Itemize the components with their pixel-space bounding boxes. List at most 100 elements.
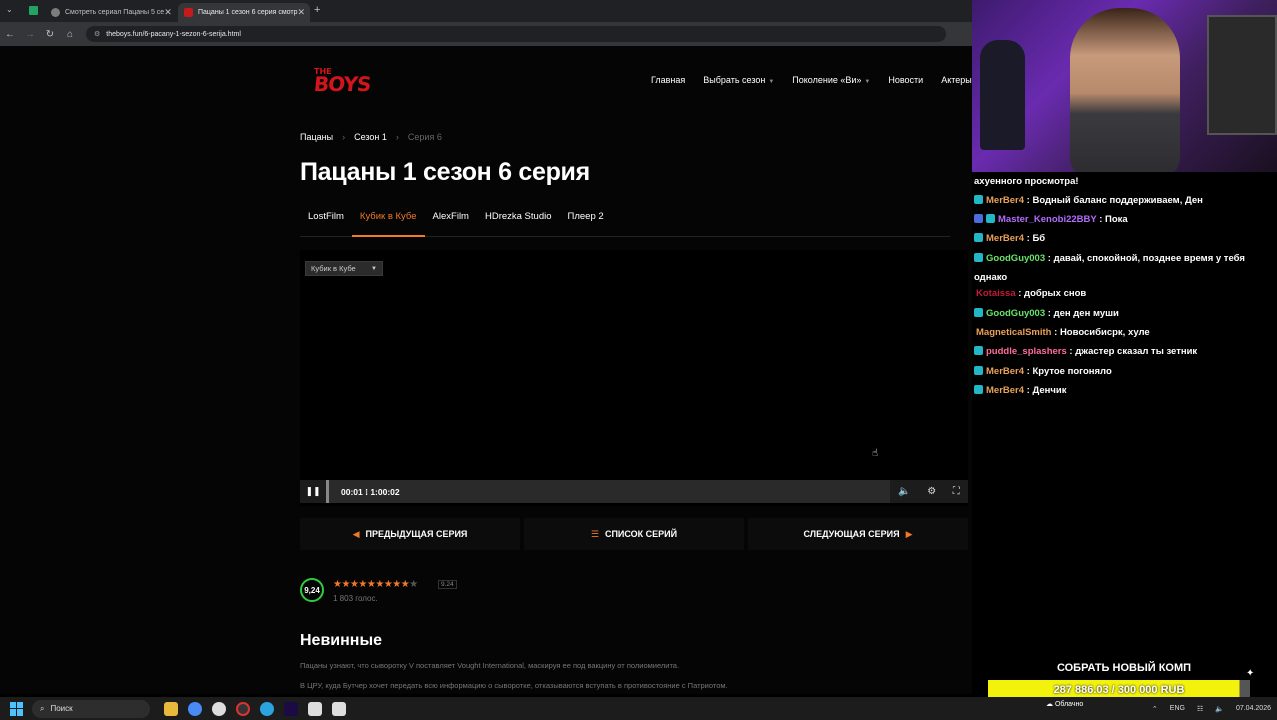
forward-icon[interactable]: → bbox=[20, 29, 40, 40]
chat-badge-icon bbox=[974, 233, 983, 242]
vote-count: 1 803 голос. bbox=[333, 594, 378, 603]
close-tab-icon[interactable]: ✕ bbox=[298, 7, 306, 18]
tab-lostfilm[interactable]: LostFilm bbox=[300, 206, 352, 237]
main-navigation: Главная Выбрать сезон ▼ Поколение «Ви» ▼ Н… bbox=[651, 75, 972, 85]
chat-message: MerBer4 : Бб bbox=[974, 231, 1045, 246]
tab-list-chevron-icon[interactable]: ⌄ bbox=[6, 5, 13, 14]
close-tab-icon[interactable]: ✕ bbox=[164, 7, 172, 18]
nav-item-seasons[interactable]: Выбрать сезон ▼ bbox=[703, 75, 774, 85]
chevron-down-icon: ▼ bbox=[768, 79, 775, 85]
fullscreen-icon[interactable]: ⛶ bbox=[953, 486, 960, 497]
site-info-icon[interactable]: ⚙ bbox=[94, 30, 100, 38]
star-icon[interactable]: ★ bbox=[375, 579, 384, 590]
tab-title: Смотреть сериал Пацаны 5 се bbox=[65, 9, 165, 16]
arrow-right-icon: ▶ bbox=[905, 528, 913, 539]
reload-icon[interactable]: ↻ bbox=[40, 29, 60, 40]
chat-message: GoodGuy003 : ден ден муши bbox=[974, 306, 1119, 321]
chat-message: puddle_splashers : джастер сказал ты зет… bbox=[974, 344, 1197, 359]
breadcrumb-item-show[interactable]: Пацаны bbox=[300, 132, 333, 142]
settings-gear-icon[interactable]: ⚙ bbox=[927, 486, 936, 497]
chat-message: MerBer4 : Водный баланс поддерживаем, Де… bbox=[974, 193, 1203, 208]
chat-message: ахуенного просмотра! bbox=[974, 174, 1079, 189]
volume-icon[interactable]: 🔈 bbox=[1215, 705, 1224, 713]
weather-widget[interactable]: ☁ Облачно bbox=[1046, 700, 1083, 709]
episode-list-button[interactable]: ☰ СПИСОК СЕРИЙ bbox=[524, 518, 744, 550]
voiceover-select[interactable]: Кубик в Кубе ▼ bbox=[305, 261, 383, 276]
app-icon[interactable] bbox=[332, 701, 346, 716]
star-icon[interactable]: ★ bbox=[409, 579, 418, 590]
chat-username[interactable]: Kotaissa bbox=[976, 288, 1016, 299]
tab-alexfilm[interactable]: AlexFilm bbox=[425, 206, 477, 237]
chat-badge-icon bbox=[974, 385, 983, 394]
star-icon[interactable]: ★ bbox=[341, 579, 350, 590]
breadcrumb-item-season[interactable]: Сезон 1 bbox=[354, 132, 387, 142]
language-indicator[interactable]: ENG bbox=[1170, 705, 1185, 712]
chat-username[interactable]: puddle_splashers bbox=[986, 346, 1067, 357]
nav-item-home[interactable]: Главная bbox=[651, 75, 685, 85]
chevron-right-icon: › bbox=[342, 132, 346, 142]
network-icon[interactable]: ☷ bbox=[1197, 705, 1203, 713]
file-explorer-icon[interactable] bbox=[164, 701, 178, 716]
next-episode-button[interactable]: СЛЕДУЮЩАЯ СЕРИЯ ▶ bbox=[748, 518, 968, 550]
tab-hdrezka[interactable]: HDrezka Studio bbox=[477, 206, 560, 237]
rating-score: 9.24 bbox=[438, 580, 457, 589]
video-player[interactable] bbox=[300, 250, 968, 506]
chat-username[interactable]: GoodGuy003 bbox=[986, 253, 1045, 264]
chat-username[interactable]: Master_Kenobi22BBY bbox=[998, 214, 1097, 225]
premiere-icon[interactable] bbox=[284, 701, 298, 716]
recorder-icon[interactable] bbox=[236, 701, 250, 716]
chat-badge-icon bbox=[986, 214, 995, 223]
breadcrumb: Пацаны › Сезон 1 › Серия 6 bbox=[300, 132, 442, 142]
progress-bar[interactable] bbox=[326, 480, 329, 503]
sheets-app-icon[interactable] bbox=[29, 6, 38, 15]
clock-date[interactable]: 07.04.2026 bbox=[1236, 705, 1271, 712]
browser-tab-1[interactable]: Смотреть сериал Пацаны 5 се ✕ bbox=[45, 3, 177, 22]
chat-text: : давай, спокойной, позднее время у тебя bbox=[1047, 253, 1245, 264]
chat-username[interactable]: MerBer4 bbox=[986, 366, 1024, 377]
nav-item-news[interactable]: Новости bbox=[888, 75, 923, 85]
obs-icon[interactable] bbox=[308, 701, 322, 716]
previous-episode-button[interactable]: ◀ ПРЕДЫДУЩАЯ СЕРИЯ bbox=[300, 518, 520, 550]
site-logo[interactable]: THE BOYS bbox=[313, 67, 372, 96]
chrome-icon[interactable] bbox=[188, 701, 202, 716]
chat-message: Kotaissa : добрых снов bbox=[976, 286, 1086, 301]
telegram-icon[interactable] bbox=[260, 701, 274, 716]
taskbar-search[interactable]: ⌕ Поиск bbox=[32, 699, 150, 718]
home-icon[interactable]: ⌂ bbox=[60, 29, 80, 40]
tab-player-2[interactable]: Плеер 2 bbox=[560, 206, 612, 237]
chevron-up-icon[interactable]: ⌃ bbox=[1152, 705, 1158, 713]
chat-username[interactable]: MerBer4 bbox=[986, 233, 1024, 244]
back-icon[interactable]: ← bbox=[0, 29, 20, 40]
chat-username[interactable]: MerBer4 bbox=[986, 385, 1024, 396]
description-line: Пацаны узнают, что сыворотку V поставляе… bbox=[300, 661, 680, 670]
chat-text: : джастер сказал ты зетник bbox=[1069, 346, 1198, 357]
star-rating[interactable]: ★★★★★★★★★★ bbox=[333, 579, 418, 590]
star-icon[interactable]: ★ bbox=[358, 579, 367, 590]
taskbar: ⌕ Поиск ⌃ ENG ☷ 🔈 07.04.2026 bbox=[0, 697, 1277, 720]
webcam-feed bbox=[972, 0, 1277, 172]
address-bar[interactable]: ⚙ theboys.fun/6-pacany-1-sezon-6-serija.… bbox=[86, 26, 946, 42]
nav-item-gen-v[interactable]: Поколение «Ви» ▼ bbox=[792, 75, 870, 85]
chat-username[interactable]: GoodGuy003 bbox=[986, 308, 1045, 319]
app-icon[interactable] bbox=[212, 701, 226, 716]
chat-message: GoodGuy003 : давай, спокойной, позднее в… bbox=[974, 251, 1245, 266]
windows-start-icon[interactable] bbox=[10, 701, 24, 716]
tab-kubik-v-kube[interactable]: Кубик в Кубе bbox=[351, 206, 425, 237]
chat-username[interactable]: MerBer4 bbox=[986, 195, 1024, 206]
chat-username[interactable]: MagneticalSmith bbox=[976, 327, 1052, 338]
volume-icon[interactable]: 🔈 bbox=[898, 486, 910, 497]
browser-tab-2[interactable]: Пацаны 1 сезон 6 серия смотр ✕ bbox=[178, 3, 310, 22]
chat-text: : Бб bbox=[1026, 233, 1046, 244]
chat-text: : Крутое погоняло bbox=[1026, 366, 1112, 377]
chat-badge-icon bbox=[974, 308, 983, 317]
time-display: 00:01 ⁞ 1:00:02 bbox=[341, 486, 400, 497]
pause-button[interactable]: ❚❚ bbox=[300, 480, 326, 503]
chat-text: : Водный баланс поддерживаем, Ден bbox=[1026, 195, 1203, 206]
star-icon[interactable]: ★ bbox=[392, 579, 401, 590]
star-icon[interactable]: ★ bbox=[401, 579, 410, 590]
nav-item-actors[interactable]: Актеры bbox=[941, 75, 972, 85]
rating-badge: 9,24 bbox=[300, 578, 324, 602]
star-icon[interactable]: ★ bbox=[384, 579, 393, 590]
new-tab-icon[interactable]: + bbox=[314, 4, 320, 16]
chat-text: : Пока bbox=[1099, 214, 1128, 225]
